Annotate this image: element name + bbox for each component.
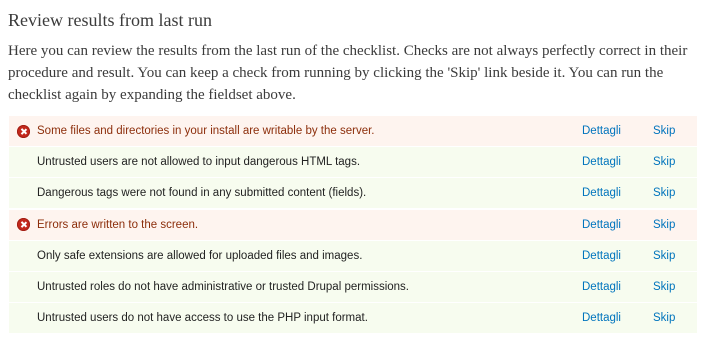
details-link[interactable]: Dettagli bbox=[582, 250, 653, 262]
result-row: Errors are written to the screen. Dettag… bbox=[9, 209, 697, 240]
skip-link[interactable]: Skip bbox=[653, 281, 697, 293]
skip-link[interactable]: Skip bbox=[653, 156, 697, 168]
security-review-panel: Review results from last run Here you ca… bbox=[0, 0, 713, 106]
result-row: Untrusted roles do not have administrati… bbox=[9, 271, 697, 302]
details-link[interactable]: Dettagli bbox=[582, 219, 653, 231]
result-row: Untrusted users do not have access to us… bbox=[9, 303, 697, 334]
result-message: Untrusted users are not allowed to input… bbox=[37, 156, 361, 169]
skip-link[interactable]: Skip bbox=[653, 187, 697, 199]
skip-link[interactable]: Skip bbox=[653, 312, 697, 324]
page-title: Review results from last run bbox=[8, 10, 212, 30]
details-link[interactable]: Dettagli bbox=[582, 312, 653, 324]
result-message: Some files and directories in your insta… bbox=[37, 125, 375, 137]
page-description: Here you can review the results from the… bbox=[8, 43, 688, 103]
details-link[interactable]: Dettagli bbox=[582, 156, 653, 168]
skip-link[interactable]: Skip bbox=[653, 125, 697, 137]
result-row: Only safe extensions are allowed for upl… bbox=[9, 240, 697, 271]
result-row: Dangerous tags were not found in any sub… bbox=[9, 178, 697, 209]
status-cell bbox=[9, 218, 37, 232]
results-table: Some files and directories in your insta… bbox=[9, 116, 697, 334]
details-link[interactable]: Dettagli bbox=[582, 125, 653, 137]
result-message: Untrusted users do not have access to us… bbox=[37, 312, 368, 325]
result-message: Only safe extensions are allowed for upl… bbox=[37, 249, 363, 262]
details-link[interactable]: Dettagli bbox=[582, 187, 653, 199]
details-link[interactable]: Dettagli bbox=[582, 281, 653, 293]
result-message: Dangerous tags were not found in any sub… bbox=[37, 187, 367, 200]
status-cell bbox=[9, 124, 37, 138]
skip-link[interactable]: Skip bbox=[653, 250, 697, 262]
result-message: Untrusted roles do not have administrati… bbox=[37, 280, 410, 293]
result-message: Errors are written to the screen. bbox=[37, 218, 199, 231]
error-icon bbox=[16, 218, 30, 232]
result-row: Some files and directories in your insta… bbox=[9, 116, 697, 146]
result-row: Untrusted users are not allowed to input… bbox=[9, 147, 697, 178]
skip-link[interactable]: Skip bbox=[653, 219, 697, 231]
error-icon bbox=[16, 124, 30, 138]
